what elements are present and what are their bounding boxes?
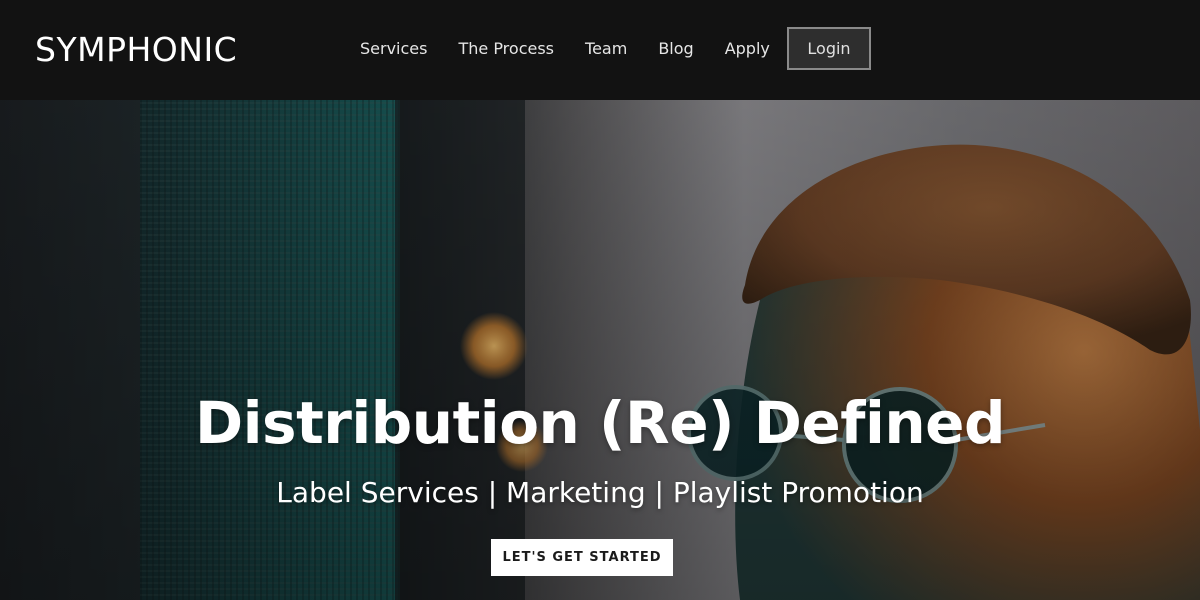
page: SYMPHONIC Services The Process Team Blog… — [0, 0, 1200, 600]
hero-title: Distribution (Re) Defined — [195, 389, 1005, 457]
main-nav: Services The Process Team Blog Apply — [360, 37, 770, 61]
nav-team-link[interactable]: Team — [585, 37, 627, 61]
nav-services-link[interactable]: Services — [360, 37, 427, 61]
symphonic-logo[interactable]: SYMPHONIC — [35, 28, 237, 72]
hero-background-image — [0, 100, 1200, 600]
hero-subtitle: Label Services | Marketing | Playlist Pr… — [276, 476, 924, 509]
site-header: SYMPHONIC Services The Process Team Blog… — [0, 0, 1200, 100]
nav-blog-link[interactable]: Blog — [658, 37, 693, 61]
login-button[interactable]: Login — [787, 27, 871, 70]
nav-apply-link[interactable]: Apply — [725, 37, 770, 61]
nav-process-link[interactable]: The Process — [458, 37, 554, 61]
hero-section: Distribution (Re) Defined Label Services… — [0, 100, 1200, 600]
get-started-button[interactable]: LET'S GET STARTED — [491, 539, 673, 576]
